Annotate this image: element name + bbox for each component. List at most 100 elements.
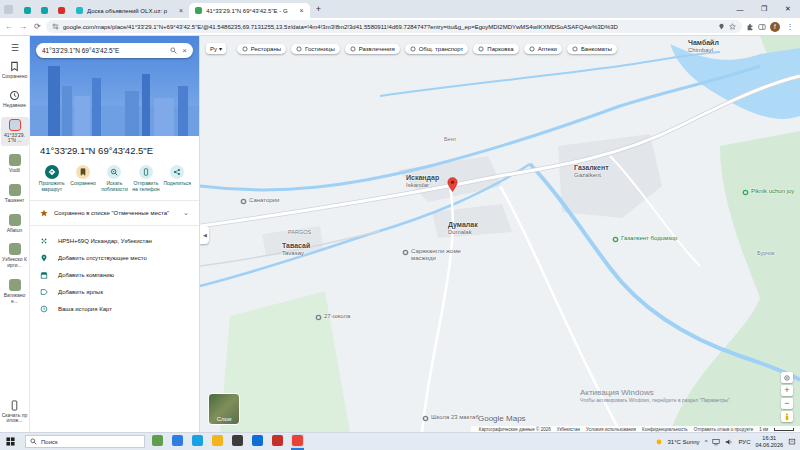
action-button[interactable]: Сохранено bbox=[67, 165, 98, 193]
taskbar-app[interactable] bbox=[251, 434, 264, 450]
nav-button[interactable]: → bbox=[18, 22, 28, 31]
map-label[interactable]: ГазалкентGazalkent bbox=[574, 164, 609, 178]
search-input[interactable]: 41°33'29.1"N 69°43'42.5"E bbox=[42, 47, 165, 54]
extensions-icon[interactable] bbox=[746, 23, 754, 31]
menu-button[interactable]: ☰ bbox=[11, 44, 19, 53]
saved-list-row[interactable]: Сохранено в списке "Отмеченные места"⌄ bbox=[36, 208, 193, 218]
rail-item[interactable]: Сохранено bbox=[1, 59, 29, 82]
search-box[interactable]: 41°33'29.1"N 69°43'42.5"E × bbox=[36, 43, 193, 58]
taskbar-app[interactable] bbox=[231, 434, 244, 450]
map-label[interactable]: Бурчок bbox=[757, 250, 774, 256]
detail-row[interactable]: Добавить ярлык bbox=[36, 284, 193, 301]
map-label[interactable]: Санатории bbox=[240, 197, 279, 205]
my-location-button[interactable] bbox=[781, 372, 793, 383]
action-button[interactable]: Проложить маршрут bbox=[36, 165, 67, 193]
address-bar[interactable]: google.com/maps/place/41°33'29.1"N+69°43… bbox=[46, 20, 742, 33]
map-label[interactable]: ДумалакDumalak bbox=[448, 221, 478, 235]
street-view-button[interactable] bbox=[781, 411, 793, 422]
taskbar-app[interactable] bbox=[271, 434, 284, 450]
rail-item[interactable]: Aflatun bbox=[1, 212, 29, 236]
map-label[interactable]: ТавасайTavasay bbox=[282, 242, 310, 256]
browser-tab[interactable]: Доска объявлений OLX.uz: р× bbox=[70, 3, 189, 18]
bookmark-star-icon[interactable] bbox=[729, 23, 736, 30]
windows-start-icon[interactable] bbox=[6, 437, 15, 446]
category-chip[interactable]: Рестораны bbox=[237, 44, 286, 54]
taskbar-app[interactable] bbox=[211, 434, 224, 450]
layers-button[interactable]: Слои bbox=[208, 393, 240, 425]
collapse-panel-button[interactable]: ◀ bbox=[200, 226, 209, 244]
tray-expand-button[interactable]: ^ bbox=[705, 439, 708, 445]
window-control-button[interactable]: — bbox=[728, 0, 752, 18]
browser-tab[interactable]: 41°33'29.1"N 69°43'42.5"E - G× bbox=[189, 3, 310, 18]
location-pin-icon[interactable] bbox=[447, 177, 458, 192]
map-label[interactable]: Газалкент бодомзор bbox=[612, 235, 677, 243]
profile-avatar[interactable]: f bbox=[770, 22, 780, 32]
network-icon[interactable] bbox=[712, 438, 720, 446]
language-button[interactable]: Ру ▾ bbox=[206, 43, 226, 54]
attribution-item[interactable]: 1 км bbox=[759, 427, 768, 432]
category-chip[interactable]: Развлечения bbox=[345, 44, 400, 54]
action-button[interactable]: Отправить на телефон bbox=[130, 165, 161, 193]
map-label[interactable]: Бент bbox=[444, 136, 456, 142]
notifications-icon[interactable] bbox=[788, 438, 796, 446]
category-chip[interactable]: Гостиницы bbox=[291, 44, 340, 54]
rail-item[interactable]: 41°33'29.1"N ... bbox=[1, 117, 29, 147]
rail-item[interactable]: Vodil bbox=[1, 152, 29, 176]
detail-row[interactable]: Добавить компанию bbox=[36, 267, 193, 284]
attribution-item[interactable]: Условия использования bbox=[586, 427, 636, 432]
clock[interactable]: 16:3104.06.2026 bbox=[755, 435, 783, 447]
zoom-button[interactable]: − bbox=[781, 398, 793, 409]
browser-menu-button[interactable]: ⋮ bbox=[784, 22, 796, 31]
window-control-button[interactable]: ❐ bbox=[752, 0, 776, 18]
attribution-item[interactable]: Картографические данные © 2026 bbox=[479, 427, 551, 432]
browser-tab[interactable] bbox=[53, 3, 70, 18]
attribution-item[interactable]: Узбекистан bbox=[557, 427, 580, 432]
volume-icon[interactable] bbox=[725, 438, 733, 446]
rail-item[interactable]: Ташкент bbox=[1, 182, 29, 206]
taskbar-app[interactable] bbox=[171, 434, 184, 450]
expand-toggle[interactable]: ⌄ bbox=[183, 209, 193, 217]
map-label[interactable]: Саржкангли жоме масжиди bbox=[402, 248, 467, 261]
nav-button[interactable]: ⟳ bbox=[32, 22, 42, 31]
location-icon[interactable] bbox=[718, 23, 725, 30]
site-settings-icon[interactable] bbox=[52, 23, 59, 30]
clear-search-button[interactable]: × bbox=[182, 46, 187, 55]
map-label[interactable]: Школа 23 мактаб bbox=[422, 414, 479, 422]
new-tab-button[interactable]: + bbox=[310, 4, 327, 14]
map-label[interactable]: ИскандарIskandar bbox=[406, 174, 439, 188]
action-button[interactable]: Поделиться bbox=[162, 165, 193, 193]
tab-close-button[interactable]: × bbox=[300, 7, 304, 14]
window-control-button[interactable]: ✕ bbox=[776, 0, 800, 18]
category-chip[interactable]: Банкоматы bbox=[567, 44, 617, 54]
map-label[interactable]: ЧамбайлChimbayl bbox=[688, 39, 719, 53]
detail-row[interactable]: Ваша история Карт bbox=[36, 301, 193, 318]
side-panel-icon[interactable] bbox=[758, 23, 766, 31]
taskbar-search[interactable]: Поиск bbox=[25, 435, 145, 448]
rail-item[interactable]: Недавние bbox=[1, 88, 29, 111]
map-label[interactable]: 27-школа bbox=[315, 313, 350, 321]
weather-text[interactable]: 31°C Sunny bbox=[668, 439, 700, 445]
rail-item[interactable]: Узбекско Кирги... bbox=[1, 241, 29, 271]
rail-item[interactable]: Ватикано е... bbox=[1, 277, 29, 307]
browser-tab[interactable] bbox=[36, 3, 53, 18]
zoom-button[interactable]: + bbox=[781, 385, 793, 396]
taskbar-app[interactable] bbox=[291, 434, 304, 450]
taskbar-app[interactable] bbox=[191, 434, 204, 450]
nav-button[interactable]: ← bbox=[4, 22, 14, 31]
action-button[interactable]: Искать поблизости bbox=[99, 165, 130, 193]
map-canvas[interactable]: ЧамбайлChimbayl ИскандарIskandar Газалкент… bbox=[200, 36, 800, 432]
detail-row[interactable]: Добавить отсутствующее место bbox=[36, 250, 193, 267]
attribution-item[interactable]: Конфиденциальность bbox=[642, 427, 688, 432]
tab-list-icon[interactable] bbox=[4, 5, 13, 14]
detail-row[interactable]: HP5H+69Q Искандар, Узбекистан bbox=[36, 233, 193, 250]
tab-close-button[interactable]: × bbox=[179, 7, 183, 14]
map-label[interactable]: PARGOS bbox=[288, 229, 311, 235]
browser-tab[interactable] bbox=[19, 3, 36, 18]
input-language[interactable]: РУС bbox=[738, 439, 750, 445]
search-icon[interactable] bbox=[170, 47, 177, 54]
category-chip[interactable]: Аптеки bbox=[524, 44, 562, 54]
download-app-item[interactable]: Скачать прилож... bbox=[1, 398, 29, 427]
attribution-item[interactable]: Отправить отзыв о продукте bbox=[694, 427, 753, 432]
map-label[interactable]: Piknik uchun joy bbox=[742, 188, 794, 196]
category-chip[interactable]: Парковка bbox=[473, 44, 518, 54]
